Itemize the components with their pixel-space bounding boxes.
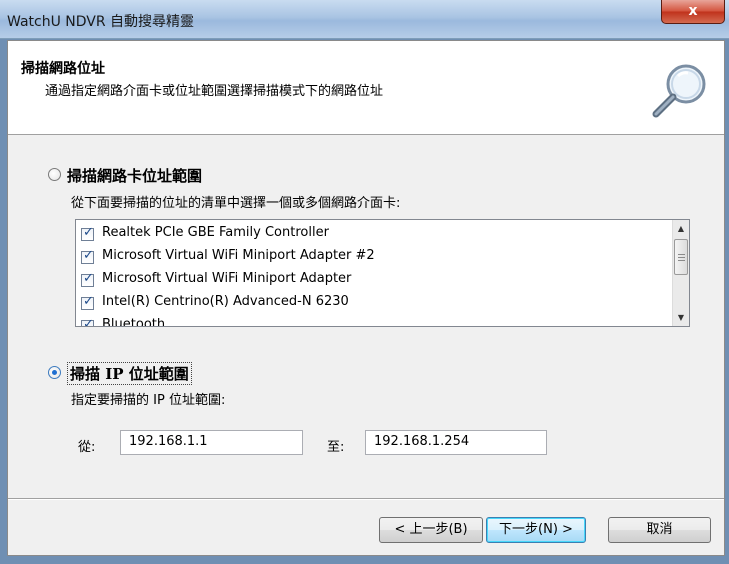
to-ip-input[interactable]: 192.168.1.254 [365, 430, 547, 455]
page-subtitle: 通過指定網路介面卡或位址範圍選擇掃描模式下的網路位址 [45, 84, 384, 99]
ip-range-description: 指定要掃描的 IP 位址範圍: [71, 393, 226, 408]
back-button-label: < 上一步(B) [394, 522, 468, 537]
from-label: 從: [78, 440, 96, 455]
radio-ip-range[interactable] [48, 366, 61, 379]
scroll-up-icon[interactable]: ▲ [673, 220, 689, 237]
adapter-name: Intel(R) Centrino(R) Advanced-N 6230 [102, 294, 349, 309]
checkbox[interactable] [81, 225, 94, 241]
wizard-dialog: 掃描網路位址 通過指定網路介面卡或位址範圍選擇掃描模式下的網路位址 掃描網路卡位… [7, 40, 725, 556]
radio-adapter-range[interactable] [48, 168, 61, 181]
cancel-button[interactable]: 取消 [608, 517, 711, 543]
checkbox[interactable] [81, 248, 94, 264]
adapter-range-label[interactable]: 掃描網路卡位址範圍 [67, 165, 202, 186]
adapter-name: Microsoft Virtual WiFi Miniport Adapter … [102, 248, 375, 263]
checkbox[interactable] [81, 294, 94, 310]
cancel-button-label: 取消 [646, 522, 673, 537]
back-button[interactable]: < 上一步(B) [379, 517, 483, 543]
wizard-header: 掃描網路位址 通過指定網路介面卡或位址範圍選擇掃描模式下的網路位址 [8, 41, 724, 135]
close-button[interactable]: x [661, 0, 725, 24]
next-button[interactable]: 下一步(N) > [486, 517, 586, 543]
grip-icon [678, 254, 685, 255]
next-button-label: 下一步(N) > [499, 522, 573, 537]
ip-range-label[interactable]: 掃描 IP 位址範圍 [67, 362, 192, 385]
adapter-name: Microsoft Virtual WiFi Miniport Adapter [102, 271, 352, 286]
adapter-name: Bluetooth [102, 317, 166, 327]
to-label: 至: [327, 440, 345, 455]
adapter-list[interactable]: Realtek PCIe GBE Family Controller Micro… [75, 219, 690, 327]
divider [8, 498, 724, 500]
window-title: WatchU NDVR 自動搜尋精靈 [7, 14, 195, 30]
from-ip-input[interactable]: 192.168.1.1 [120, 430, 303, 455]
scroll-thumb[interactable] [674, 239, 688, 275]
title-bar: WatchU NDVR 自動搜尋精靈 x [0, 0, 729, 39]
list-scrollbar[interactable]: ▲ ▼ [672, 220, 689, 326]
scroll-down-icon[interactable]: ▼ [673, 309, 689, 326]
checkbox[interactable] [81, 317, 94, 326]
checkbox[interactable] [81, 271, 94, 287]
adapter-name: Realtek PCIe GBE Family Controller [102, 225, 329, 240]
magnifier-icon [652, 64, 706, 118]
adapter-range-description: 從下面要掃描的位址的清單中選擇一個或多個網路介面卡: [71, 196, 401, 211]
page-title: 掃描網路位址 [21, 61, 105, 77]
